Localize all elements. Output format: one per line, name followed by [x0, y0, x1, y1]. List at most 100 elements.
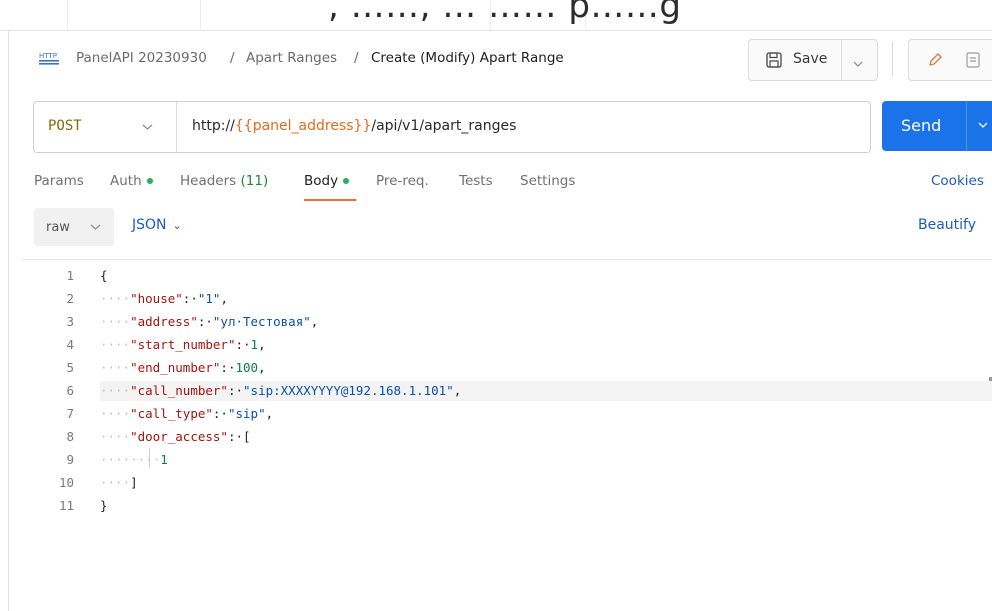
colon: :·: [227, 429, 244, 444]
tab-tests[interactable]: Tests: [459, 173, 493, 189]
code-line: ····"door_access":·[: [100, 429, 251, 444]
tab-auth[interactable]: Auth: [110, 173, 153, 189]
json-key: "call_type": [130, 406, 213, 421]
json-value: 1: [250, 337, 259, 352]
line-number: 8: [66, 429, 74, 444]
json-value: "1": [197, 291, 221, 306]
json-value: "ул·Тестовая": [212, 314, 311, 329]
comma: ,: [220, 291, 228, 306]
http-icon: HTTP: [38, 50, 60, 66]
comma: ,: [258, 360, 266, 375]
body-format-label: JSON: [132, 217, 167, 233]
send-label: Send: [901, 116, 942, 135]
line-number: 7: [66, 406, 74, 421]
tab-settings[interactable]: Settings: [520, 173, 575, 189]
url-input[interactable]: http://{{panel_address}}/api/v1/apart_ra…: [192, 118, 516, 134]
headers-count: (11): [240, 173, 269, 189]
json-value: 1: [160, 452, 168, 467]
svg-text:HTTP: HTTP: [39, 52, 57, 60]
comma: ,: [310, 314, 319, 329]
tab-divider: [67, 0, 68, 30]
code-line: }: [100, 498, 108, 513]
divider: [841, 40, 842, 80]
tab-label: Body: [304, 173, 339, 189]
code-line: {: [100, 268, 108, 283]
json-key: "address": [130, 314, 198, 329]
whitespace: ····: [100, 429, 131, 444]
json-key: "end_number": [130, 360, 221, 375]
top-caption: , ……, … …… p……g: [328, 0, 682, 26]
send-button[interactable]: Send: [882, 101, 992, 151]
top-strip: , ……, … …… p……g: [0, 0, 992, 31]
status-dot: [343, 178, 350, 184]
status-dot: [146, 178, 153, 184]
whitespace: ····: [100, 337, 131, 352]
json-value: "sip:XXXXYYYY@192.168.1.101": [243, 383, 454, 398]
code-line: ········1: [100, 452, 168, 467]
whitespace: ····: [100, 360, 131, 375]
whitespace: ····: [100, 475, 131, 490]
line-number: 10: [58, 475, 74, 490]
chevron-down-icon[interactable]: [978, 118, 988, 132]
colon: :·: [212, 406, 228, 421]
view-toggle-group: [908, 39, 992, 81]
json-key: "call_number": [130, 383, 228, 398]
chevron-down-icon[interactable]: [853, 54, 863, 73]
cookies-link[interactable]: Cookies: [931, 173, 984, 189]
url-path: /api/v1/apart_ranges: [371, 118, 517, 134]
save-icon: [765, 51, 783, 73]
chevron-down-icon: ⌄: [172, 219, 182, 232]
code-line: ····"call_number":·"sip:XXXXYYYY@192.168…: [100, 383, 461, 398]
left-border: [8, 30, 9, 611]
code-line: ····"house":·"1",: [100, 291, 228, 306]
whitespace: ····: [100, 383, 131, 398]
line-number: 3: [66, 314, 74, 329]
brace: {: [100, 268, 108, 283]
breadcrumb-request: Create (Modify) Apart Range: [371, 50, 564, 66]
json-value: 100: [235, 360, 259, 375]
breadcrumb-collection[interactable]: PanelAPI 20230930: [76, 50, 207, 66]
tab-headers[interactable]: Headers (11): [180, 173, 268, 189]
tab-divider: [200, 0, 201, 30]
chevron-down-icon: [90, 221, 101, 234]
json-key: "door_access": [130, 429, 228, 444]
url-prefix: http://: [192, 118, 235, 134]
method-select[interactable]: POST: [48, 118, 82, 134]
divider: [966, 101, 967, 151]
breadcrumb-separator: /: [230, 50, 235, 66]
divider: [176, 102, 177, 152]
whitespace: ····: [100, 314, 131, 329]
divider: [892, 42, 893, 76]
line-number: 1: [66, 268, 74, 283]
line-number: 2: [66, 291, 74, 306]
tab-prereq[interactable]: Pre-req.: [376, 173, 429, 189]
colon: :·: [235, 337, 251, 352]
json-value: "sip": [227, 406, 266, 421]
bracket: [: [243, 429, 251, 444]
chevron-down-icon[interactable]: [142, 121, 153, 134]
body-format-select[interactable]: JSON ⌄: [132, 217, 182, 233]
tab-body[interactable]: Body: [304, 173, 350, 189]
whitespace: ····: [100, 406, 131, 421]
colon: :·: [227, 383, 244, 398]
json-key: "start_number": [130, 337, 236, 352]
save-button[interactable]: Save: [748, 39, 878, 81]
tab-params[interactable]: Params: [34, 173, 84, 189]
body-mode-select[interactable]: raw: [34, 208, 114, 246]
json-key: "house": [130, 291, 183, 306]
breadcrumb-separator: /: [354, 50, 359, 66]
colon: :·: [220, 360, 236, 375]
colon: :·: [182, 291, 198, 306]
line-number: 5: [66, 360, 74, 375]
url-variable: {{panel_address}}: [234, 118, 372, 134]
beautify-button[interactable]: Beautify: [918, 217, 976, 233]
breadcrumb-folder[interactable]: Apart Ranges: [246, 50, 337, 66]
line-number: 6: [66, 383, 74, 398]
pencil-icon[interactable]: [926, 51, 944, 73]
colon: :·: [197, 314, 213, 329]
comma: ,: [453, 383, 462, 398]
save-label: Save: [793, 51, 828, 67]
document-icon[interactable]: [965, 51, 981, 73]
code-line: ····]: [100, 475, 138, 490]
active-tab-indicator: [304, 199, 356, 201]
